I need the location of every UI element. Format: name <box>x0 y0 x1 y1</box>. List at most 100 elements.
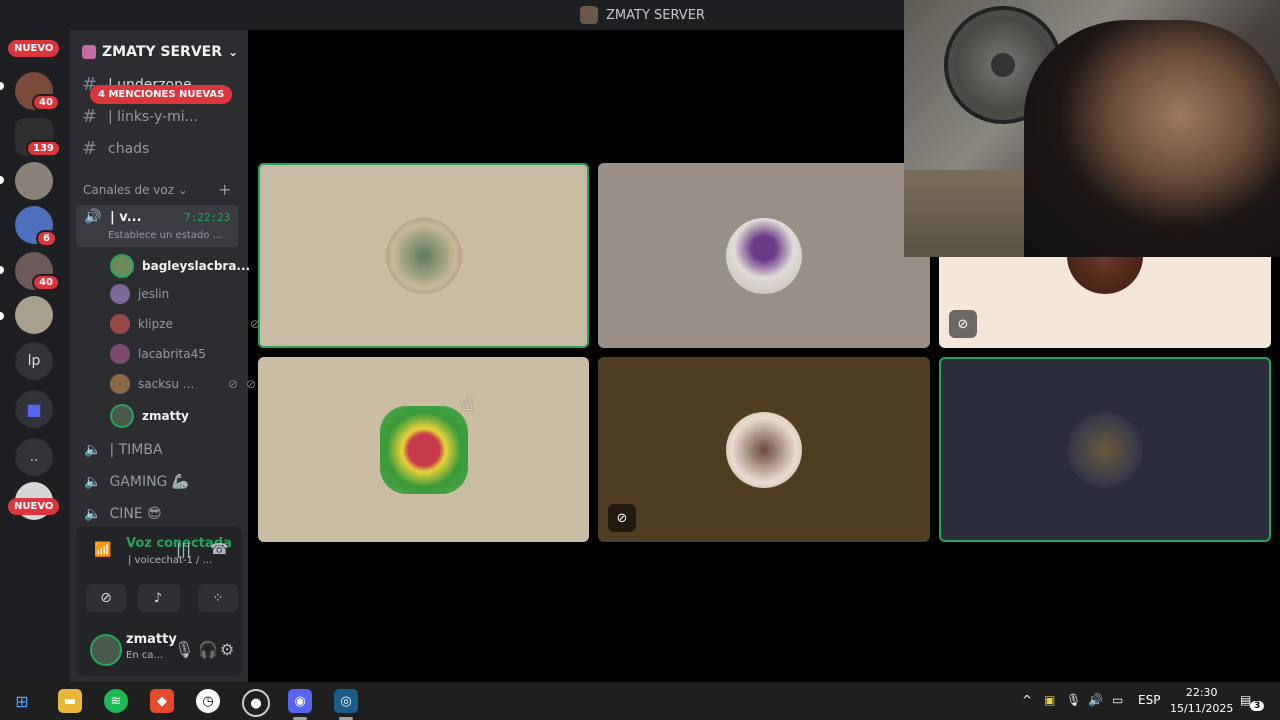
user-name[interactable]: zmatty <box>126 632 177 647</box>
avatar <box>110 254 134 278</box>
window-title-text: ZMATY SERVER <box>606 7 705 23</box>
voice-timer: 7:22:23 <box>184 211 231 224</box>
brave-icon[interactable]: ◆ <box>150 689 174 713</box>
member-item[interactable]: lacabrita45 <box>110 344 206 364</box>
unread-pill <box>0 312 4 320</box>
voice-channel-label: CINE 😎 <box>109 506 162 522</box>
new-mentions-badge[interactable]: 4 MENCIONES NUEVAS <box>90 85 233 104</box>
speaker-icon: 🔊 <box>84 209 102 225</box>
disconnect-icon[interactable]: ☎ <box>210 540 229 558</box>
member-name: bagleyslacbra... <box>142 259 251 273</box>
voice-channel-cine[interactable]: 🔈 CINE 😎 <box>84 506 162 522</box>
unread-pill <box>0 82 4 90</box>
server-icon-6[interactable] <box>15 296 53 334</box>
new-top-badge[interactable]: NUEVO <box>8 40 60 57</box>
member-name: jeslin <box>138 287 170 301</box>
avatar <box>726 411 802 488</box>
signal-icon[interactable]: 📶 <box>94 542 111 558</box>
mouse-cursor-icon: ☝ <box>462 394 473 415</box>
voice-channel-gaming[interactable]: 🔈 GAMING 🦾 <box>84 474 189 490</box>
server-lp-label: lp <box>27 353 41 369</box>
member-item[interactable]: zmatty <box>110 404 189 428</box>
avatar <box>110 404 134 428</box>
server-dots-label: .. <box>29 449 39 465</box>
microphone-icon[interactable]: 🎙 <box>174 640 194 659</box>
member-item[interactable]: jeslin <box>110 284 169 304</box>
add-channel-icon[interactable]: + <box>218 180 231 199</box>
headphones-icon[interactable]: 🎧 <box>198 640 218 659</box>
soundboard-button[interactable]: ♪ <box>138 584 178 612</box>
server-icon-3[interactable] <box>15 162 53 200</box>
clock[interactable]: 22:30 15/11/2025 <box>1170 685 1233 717</box>
member-item[interactable]: bagleyslacbra... <box>110 254 250 278</box>
unread-pill <box>0 266 4 274</box>
hash-icon: # <box>82 106 98 127</box>
webcam-overlay <box>904 0 1280 257</box>
spotify-icon[interactable]: ≋ <box>104 689 128 713</box>
file-explorer-icon[interactable]: ▬ <box>58 689 82 713</box>
chevron-down-icon: ⌄ <box>228 45 239 59</box>
gear-icon[interactable]: ⚙ <box>220 640 234 659</box>
voice-category[interactable]: Canales de voz ⌄ <box>83 183 188 197</box>
camera-off-button[interactable]: ⊘ <box>86 584 126 612</box>
avatar <box>110 284 130 304</box>
clock-app-icon[interactable]: ◷ <box>196 689 220 713</box>
server-badge-3: 6 <box>36 230 57 247</box>
channel-label: | links-y-mi... <box>108 108 198 125</box>
server-badge-1: 40 <box>32 94 60 111</box>
set-status-link[interactable]: Establece un estado ... <box>108 230 222 241</box>
noise-suppression-icon[interactable]: ||| <box>176 540 191 558</box>
deafened-icon: ⊘ <box>608 504 636 532</box>
user-panel: zmatty En ca... 🎙 🎧 ⚙ <box>76 626 242 680</box>
channel-links[interactable]: # | links-y-mi... <box>82 106 198 127</box>
voice-channel-label: GAMING 🦾 <box>109 474 190 490</box>
server-dots[interactable]: .. <box>15 438 53 476</box>
speaker-icon: 🔈 <box>84 506 102 522</box>
new-bottom-badge[interactable]: NUEVO <box>8 498 60 515</box>
avatar <box>1067 411 1143 488</box>
participant-tile-2[interactable] <box>598 163 930 348</box>
discord-icon[interactable]: ◉ <box>288 689 312 713</box>
mic-muted-icon: ⊘ <box>949 310 977 338</box>
participant-tile-5[interactable]: ⊘ <box>598 357 930 542</box>
channel-label: chads <box>108 140 150 157</box>
server-rail: NUEVO 40 139 6 40 lp ■ .. NUEVO <box>0 30 70 682</box>
window-title: ZMATY SERVER <box>580 6 705 24</box>
avatar[interactable] <box>90 634 122 666</box>
speaker-icon: 🔈 <box>84 474 102 490</box>
active-voice-channel[interactable]: 🔊 | v... 7:22:23 Establece un estado ... <box>76 205 238 247</box>
participant-tile-1[interactable] <box>258 163 589 348</box>
channel-chads[interactable]: # chads <box>82 138 149 159</box>
unread-pill <box>0 176 4 184</box>
member-name: lacabrita45 <box>138 347 206 361</box>
tray-app-icon[interactable]: ▣ <box>1044 693 1055 707</box>
windows-start-icon[interactable]: ⊞ <box>10 689 34 713</box>
notification-count: 3 <box>1250 701 1265 711</box>
network-icon[interactable]: ▭ <box>1112 693 1123 707</box>
microphone-icon[interactable]: 🎙 <box>1066 693 1081 707</box>
steam-icon[interactable]: ◎ <box>334 689 358 713</box>
obs-icon[interactable]: ● <box>242 689 270 717</box>
user-status: En ca... <box>126 650 163 661</box>
folder-icon[interactable]: ■ <box>15 390 53 428</box>
activities-button[interactable]: ⁘ <box>198 584 238 612</box>
participant-tile-6[interactable] <box>939 357 1271 542</box>
server-home-icon <box>82 45 96 59</box>
server-lp[interactable]: lp <box>15 342 53 380</box>
webcam-person <box>1024 20 1280 257</box>
server-icon <box>580 6 598 24</box>
chevron-up-icon[interactable]: ^ <box>1022 693 1032 707</box>
server-header[interactable]: ZMATY SERVER ⌄ <box>82 44 238 60</box>
member-item[interactable]: sacksu ... ⊘ ⊘ <box>110 374 256 394</box>
member-name: klipze <box>138 317 173 331</box>
volume-icon[interactable]: 🔊 <box>1088 693 1103 707</box>
deafened-icon: ⊘ <box>246 377 257 391</box>
member-item[interactable]: klipze ⊘ <box>110 314 260 334</box>
voice-channel-path[interactable]: | voicechat-1 / ... <box>128 555 212 566</box>
taskbar: ⊞ ▬ ≋ ◆ ◷ ● ◉ ◎ ^ ▣ 🎙 🔊 ▭ ESP 22:30 15/1… <box>0 682 1280 720</box>
participant-tile-4[interactable] <box>258 357 589 542</box>
chevron-down-icon: ⌄ <box>177 183 188 197</box>
voice-channel-timba[interactable]: 🔈 | TIMBA <box>84 442 163 458</box>
avatar <box>385 217 462 294</box>
language-indicator[interactable]: ESP <box>1138 693 1160 707</box>
